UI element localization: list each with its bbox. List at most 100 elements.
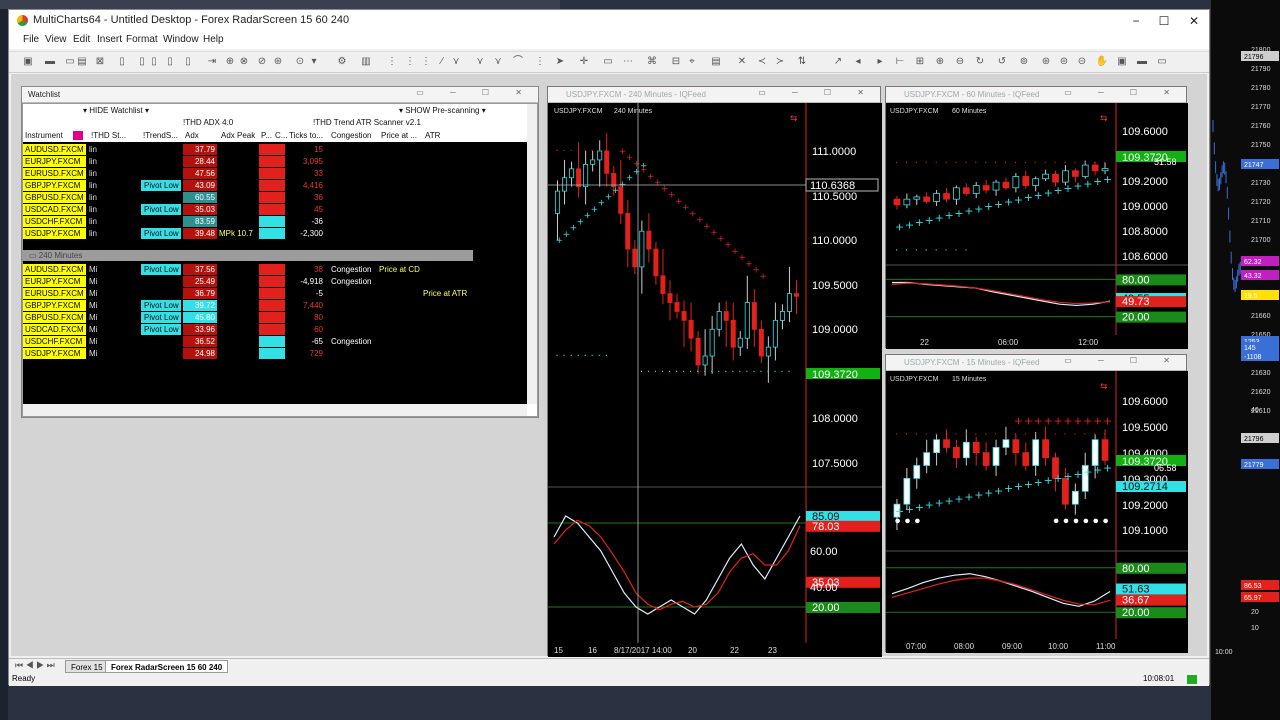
- toolbar-tool-icon[interactable]: ⌖: [685, 55, 699, 69]
- hide-watchlist-toggle[interactable]: ▾ HIDE Watchlist ▾: [83, 106, 149, 115]
- toolbar-tool-icon[interactable]: ▾: [307, 55, 321, 69]
- column-header-4[interactable]: Adx Peak: [221, 130, 259, 141]
- toolbar-tool-icon[interactable]: ▤: [709, 55, 723, 69]
- toolbar-tool-icon[interactable]: ⊝: [1075, 55, 1089, 69]
- g2-row-4-instrument[interactable]: GBPUSD.FXCM: [23, 312, 86, 323]
- minimize-button[interactable]: −: [1121, 10, 1151, 32]
- toolbar-tool-icon[interactable]: ▤: [75, 55, 89, 69]
- toolbar-tool-icon[interactable]: ⊟: [669, 55, 683, 69]
- g1-row-6-instrument[interactable]: USDCHF.FXCM: [23, 216, 86, 227]
- toolbar-tool-icon[interactable]: ▣: [21, 55, 35, 69]
- toolbar-tool-icon[interactable]: ↺: [995, 55, 1009, 69]
- tab-forex-radarscreen[interactable]: Forex RadarScreen 15 60 240: [105, 660, 229, 673]
- g2-row-0-instrument[interactable]: AUDUSD.FXCM: [23, 264, 86, 275]
- watchlist-vertical-scrollbar[interactable]: [527, 104, 537, 404]
- g2-row-7-instrument[interactable]: USDJPY.FXCM: [23, 348, 86, 359]
- toolbar-tool-icon[interactable]: ▯: [115, 55, 129, 69]
- menu-help[interactable]: Help: [203, 34, 224, 45]
- toolbar-tool-icon[interactable]: ∕: [435, 55, 449, 69]
- menu-format[interactable]: Format: [126, 34, 158, 45]
- toolbar-tool-icon[interactable]: ▭: [1155, 55, 1169, 69]
- toolbar-tool-icon[interactable]: ✕: [735, 55, 749, 69]
- group2-header[interactable]: ▭ 240 Minutes: [23, 250, 473, 261]
- g1-row-3-instrument[interactable]: GBPJPY.FXCM: [23, 180, 86, 191]
- menu-view[interactable]: View: [45, 34, 67, 45]
- toolbar-tool-icon[interactable]: ⊞: [913, 55, 927, 69]
- chart-60-plot[interactable]: 109.6000 109.2000 109.0000 108.8000 108.6000…: [886, 87, 1188, 349]
- toolbar-tool-icon[interactable]: ≺: [755, 55, 769, 69]
- toolbar-tool-icon[interactable]: ≻: [773, 55, 787, 69]
- toolbar-tool-icon[interactable]: ⇅: [795, 55, 809, 69]
- toolbar-tool-icon[interactable]: ⋮: [385, 55, 399, 69]
- g2-row-2-instrument[interactable]: EURUSD.FXCM: [23, 288, 86, 299]
- toolbar-tool-icon[interactable]: ➤: [553, 55, 567, 69]
- toolbar-tool-icon[interactable]: ✛: [577, 55, 591, 69]
- column-header-9[interactable]: Price at ...: [381, 130, 423, 141]
- chart-15-plot[interactable]: 109.6000109.5000109.4000109.3000109.2000…: [886, 355, 1188, 653]
- chart-15-window[interactable]: USDJPY.FXCM - 15 Minutes - IQFeed ▭ ─ ☐ ✕…: [885, 354, 1188, 653]
- toolbar-tool-icon[interactable]: ⊕: [933, 55, 947, 69]
- toolbar-tool-icon[interactable]: ⊜: [1057, 55, 1071, 69]
- g1-row-7-instrument[interactable]: USDJPY.FXCM: [23, 228, 86, 239]
- g1-row-4-instrument[interactable]: GBPUSD.FXCM: [23, 192, 86, 203]
- column-header-5[interactable]: P...: [261, 130, 273, 141]
- column-header-3[interactable]: Adx: [185, 130, 219, 141]
- toolbar-tool-icon[interactable]: ▣: [1115, 55, 1129, 69]
- toolbar-tool-icon[interactable]: ⌒: [511, 55, 525, 69]
- toolbar-tool-icon[interactable]: ▭: [601, 55, 615, 69]
- toolbar-tool-icon[interactable]: ▸: [873, 55, 887, 69]
- toolbar-tool-icon[interactable]: ⌘: [645, 55, 659, 69]
- toolbar-tool-icon[interactable]: ◂: [851, 55, 865, 69]
- toolbar-tool-icon[interactable]: ⋮: [403, 55, 417, 69]
- toolbar-tool-icon[interactable]: ⇥: [205, 55, 219, 69]
- toolbar-tool-icon[interactable]: ⊘: [255, 55, 269, 69]
- toolbar-tool-icon[interactable]: ⊗: [237, 55, 251, 69]
- g2-row-5-instrument[interactable]: USDCAD.FXCM: [23, 324, 86, 335]
- column-header-1[interactable]: !THD St...: [91, 130, 141, 141]
- g2-row-3-instrument[interactable]: GBPJPY.FXCM: [23, 300, 86, 311]
- toolbar-tool-icon[interactable]: ↻: [973, 55, 987, 69]
- tab-forex-15[interactable]: Forex 15: [65, 660, 109, 673]
- column-header-6[interactable]: C...: [275, 130, 287, 141]
- toolbar-tool-icon[interactable]: ⊕: [223, 55, 237, 69]
- show-prescanning-toggle[interactable]: ▾ SHOW Pre-scanning ▾: [399, 106, 486, 115]
- toolbar-tool-icon[interactable]: ⊛: [271, 55, 285, 69]
- menu-edit[interactable]: Edit: [73, 34, 90, 45]
- column-header-10[interactable]: ATR: [425, 130, 475, 141]
- menu-window[interactable]: Window: [163, 34, 199, 45]
- chart-240-window[interactable]: USDJPY.FXCM - 240 Minutes - IQFeed ▭ ─ ☐ …: [547, 86, 882, 657]
- chart-60-window[interactable]: USDJPY.FXCM - 60 Minutes - IQFeed ▭ ─ ☐ ✕…: [885, 86, 1188, 349]
- toolbar-tool-icon[interactable]: ▯: [181, 55, 195, 69]
- toolbar-tool-icon[interactable]: ▬: [43, 55, 57, 69]
- menu-insert[interactable]: Insert: [97, 34, 122, 45]
- toolbar-tool-icon[interactable]: ⊙: [293, 55, 307, 69]
- toolbar-tool-icon[interactable]: ⊖: [953, 55, 967, 69]
- toolbar-tool-icon[interactable]: ⊢: [893, 55, 907, 69]
- column-header-2[interactable]: !TrendS...: [143, 130, 183, 141]
- toolbar-tool-icon[interactable]: ⊚: [1017, 55, 1031, 69]
- toolbar-tool-icon[interactable]: ⚙: [335, 55, 349, 69]
- toolbar-tool-icon[interactable]: ⋮: [419, 55, 433, 69]
- g1-row-0-instrument[interactable]: AUDUSD.FXCM: [23, 144, 86, 155]
- tab-navigation-arrows[interactable]: ⏮ ◀ ▶ ⏭: [15, 660, 55, 671]
- toolbar-tool-icon[interactable]: ⋎: [473, 55, 487, 69]
- close-button[interactable]: ✕: [1179, 10, 1209, 32]
- toolbar-tool-icon[interactable]: ⋎: [491, 55, 505, 69]
- toolbar-tool-icon[interactable]: ✋: [1095, 55, 1109, 69]
- g2-row-6-instrument[interactable]: USDCHF.FXCM: [23, 336, 86, 347]
- toolbar-tool-icon[interactable]: ▯: [163, 55, 177, 69]
- menu-file[interactable]: File: [23, 34, 39, 45]
- watchlist-horizontal-scrollbar[interactable]: [23, 404, 527, 416]
- toolbar-tool-icon[interactable]: ▥: [359, 55, 373, 69]
- toolbar-tool-icon[interactable]: ⋎: [449, 55, 463, 69]
- g1-row-2-instrument[interactable]: EURUSD.FXCM: [23, 168, 86, 179]
- maximize-button[interactable]: ☐: [1149, 10, 1179, 32]
- toolbar-tool-icon[interactable]: ⋮: [533, 55, 547, 69]
- g2-row-1-instrument[interactable]: EURJPY.FXCM: [23, 276, 86, 287]
- toolbar-tool-icon[interactable]: ⋯: [621, 55, 635, 69]
- toolbar-tool-icon[interactable]: ⊛: [1039, 55, 1053, 69]
- g1-row-5-instrument[interactable]: USDCAD.FXCM: [23, 204, 86, 215]
- g1-row-1-instrument[interactable]: EURJPY.FXCM: [23, 156, 86, 167]
- chart-240-plot[interactable]: 111.0000 110.5000 110.0000 109.5000 109.0000…: [548, 87, 882, 657]
- watchlist-window-buttons[interactable]: ▭ ─ ☐ ✕: [416, 88, 534, 97]
